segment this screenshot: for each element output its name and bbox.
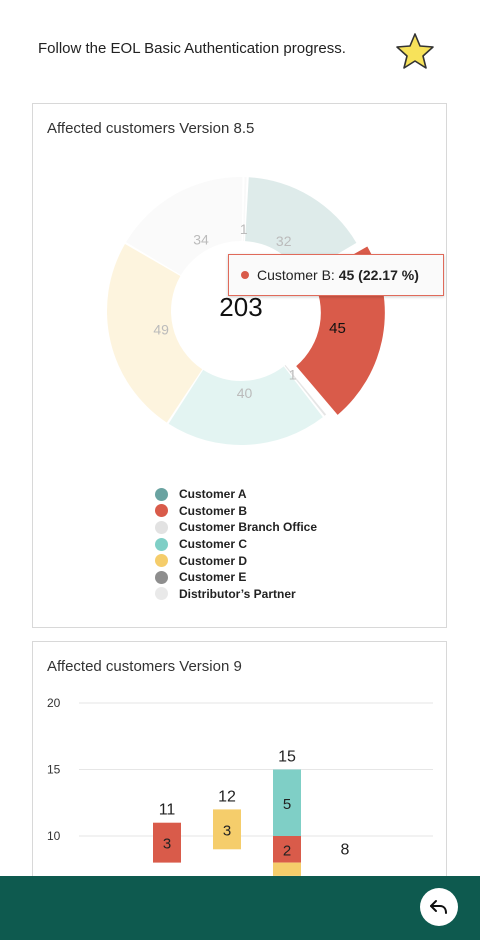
legend-swatch: [155, 587, 168, 601]
slice-label-customer-e: 1: [289, 367, 297, 383]
bar-total-label: 15: [278, 749, 296, 766]
slice-label-customer-c: 40: [237, 385, 253, 401]
donut-center-total: 203: [219, 292, 262, 322]
legend-swatch: [155, 537, 168, 551]
bar-total-label: 12: [218, 788, 236, 805]
bar-total-label: 11: [159, 802, 176, 819]
chart-legend: Customer A Customer B Customer Branch Offi…: [155, 486, 317, 602]
slice-label-customer-d: 49: [153, 322, 169, 338]
bar-total-label: 8: [341, 842, 350, 859]
chart-card-version-9: Affected customers Version 9 20 15 10 3 11 3 1…: [32, 641, 447, 881]
legend-label: Distributor’s Partner: [179, 586, 296, 601]
legend-swatch: [155, 520, 168, 534]
legend-item-customer-e[interactable]: Customer E: [155, 569, 317, 586]
header-bar: Follow the EOL Basic Authentication prog…: [38, 36, 438, 60]
legend-label: Customer Branch Office: [179, 520, 318, 535]
legend-swatch: [155, 504, 168, 518]
slice-label-customer-branch-office: 1: [240, 221, 248, 237]
tooltip-value: 45 (22.17 %): [338, 267, 419, 283]
y-tick-label: 15: [47, 763, 61, 777]
legend-label: Customer E: [179, 570, 247, 585]
bar-segment-label: 3: [163, 836, 171, 853]
bar-chart: 20 15 10 3 11 3 12 5 2 15 8: [47, 696, 433, 876]
chart-tooltip: Customer B: 45 (22.17 %): [228, 254, 444, 296]
tooltip-color-dot: [241, 271, 249, 279]
legend-swatch: [155, 570, 168, 584]
legend-item-customer-d[interactable]: Customer D: [155, 552, 317, 569]
legend-label: Customer B: [179, 503, 248, 518]
slice-label-customer-b: 45: [329, 320, 346, 337]
bar-segment[interactable]: [273, 862, 301, 876]
legend-item-customer-a[interactable]: Customer A: [155, 486, 317, 503]
chart-card-version-8-5: Affected customers Version 8.5 32 45 1 40 49…: [32, 103, 447, 628]
y-tick-label: 20: [47, 696, 61, 710]
legend-label: Customer D: [179, 553, 248, 568]
bar-segment-label: 3: [223, 822, 231, 839]
back-arrow-icon: [430, 900, 447, 914]
bar-segment-label: 2: [283, 842, 291, 859]
legend-item-customer-b[interactable]: Customer B: [155, 503, 317, 520]
slice-label-distributor-s-partner: 34: [193, 231, 209, 247]
legend-label: Customer C: [179, 537, 248, 552]
legend-swatch: [155, 554, 168, 568]
legend-item-customer-branch-office[interactable]: Customer Branch Office: [155, 519, 317, 536]
slice-label-customer-a: 32: [276, 233, 292, 249]
star-icon[interactable]: [395, 32, 435, 70]
bar-segment-label: 5: [283, 796, 291, 813]
legend-item-customer-c[interactable]: Customer C: [155, 536, 317, 553]
footer-bar: [0, 876, 480, 940]
y-tick-label: 10: [47, 829, 61, 843]
tooltip-text: Customer B: 45 (22.17 %): [257, 267, 419, 283]
legend-swatch: [155, 487, 168, 501]
tooltip-label: Customer B:: [257, 267, 339, 283]
back-button[interactable]: [420, 888, 458, 926]
header-text: Follow the EOL Basic Authentication prog…: [38, 39, 346, 57]
legend-item-distributor-s-partner[interactable]: Distributor’s Partner: [155, 586, 317, 603]
legend-label: Customer A: [179, 487, 247, 502]
